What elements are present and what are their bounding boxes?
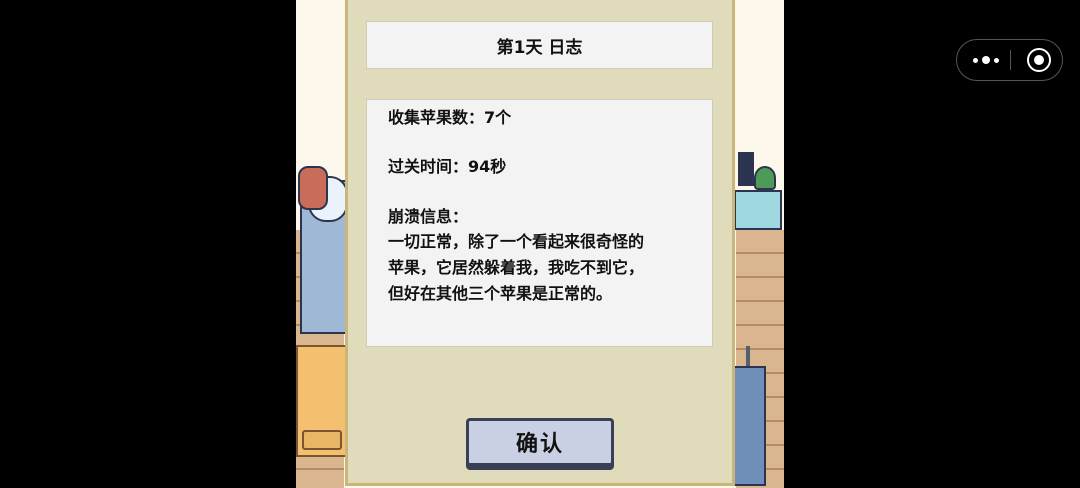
drawer-handle: [302, 430, 342, 450]
crash-line: 一切正常，除了一个看起来很奇怪的: [388, 232, 645, 251]
dialog-title: 第1天 日志: [366, 21, 713, 69]
desk: [734, 190, 782, 230]
crash-line: 苹果，它居然躲着我，我吃不到它，: [388, 258, 645, 277]
computer-monitor: [738, 152, 754, 186]
miniprogram-capsule: [956, 39, 1063, 81]
blanket: [298, 166, 328, 210]
clear-time-text: 过关时间：94秒: [388, 157, 507, 176]
crash-line: 但好在其他三个苹果是正常的。: [388, 284, 613, 303]
target-close-icon[interactable]: [1027, 48, 1051, 72]
potted-plant: [754, 166, 776, 190]
crash-info-text: 一切正常，除了一个看起来很奇怪的 苹果，它居然躲着我，我吃不到它， 但好在其他三…: [388, 229, 698, 307]
crash-info-label: 崩溃信息：: [388, 207, 469, 226]
dialog-title-text: 第1天 日志: [496, 37, 583, 58]
apples-collected-text: 收集苹果数：7个: [388, 108, 512, 127]
log-content-box: 收集苹果数：7个 过关时间：94秒 崩溃信息： 一切正常，除了一个看起来很奇怪的…: [366, 99, 713, 347]
wardrobe: [732, 366, 766, 486]
more-dots-icon[interactable]: [969, 48, 1003, 72]
confirm-button[interactable]: 确认: [466, 418, 614, 466]
capsule-divider: [1010, 50, 1011, 70]
